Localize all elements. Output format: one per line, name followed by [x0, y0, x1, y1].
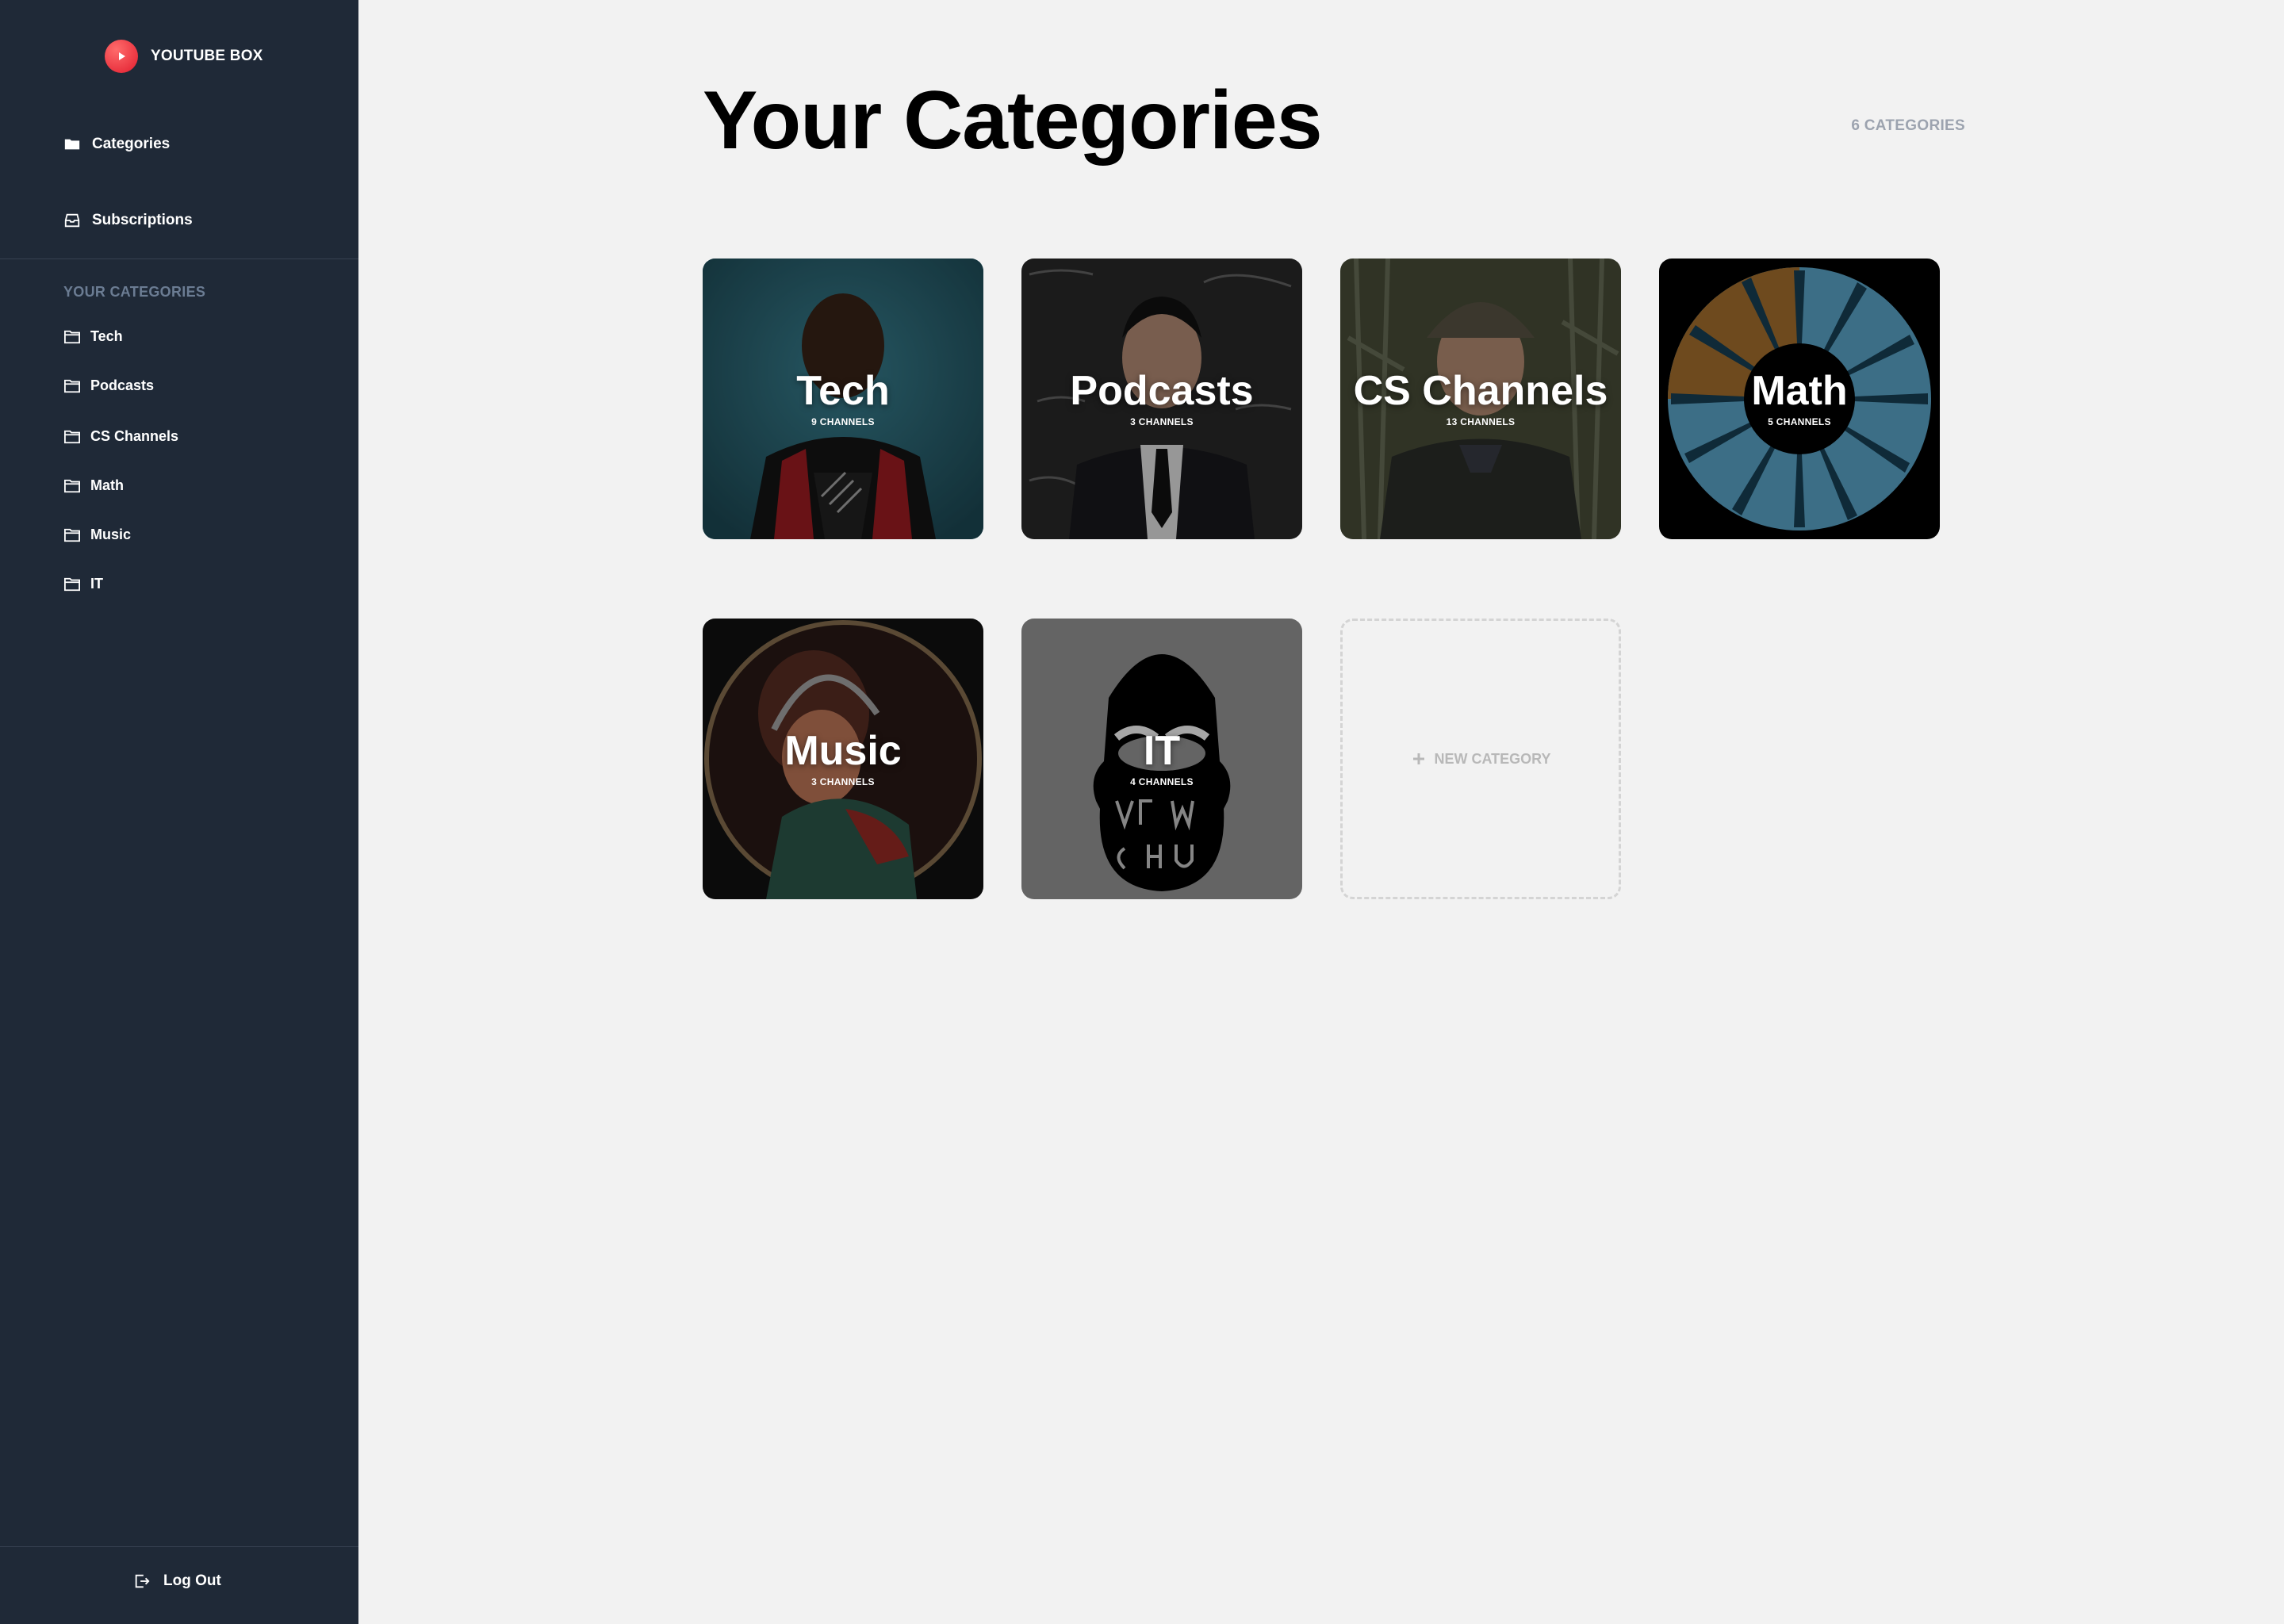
category-card-podcasts[interactable]: Podcasts 3 CHANNELS: [1021, 259, 1302, 539]
card-channel-count: 3 CHANNELS: [1130, 416, 1194, 427]
card-label: Music 3 CHANNELS: [703, 619, 983, 899]
folder-filled-icon: [64, 139, 80, 150]
sidebar-item-label: Tech: [90, 328, 123, 344]
folder-icon: [64, 577, 80, 591]
card-channel-count: 9 CHANNELS: [811, 416, 875, 427]
card-channel-count: 4 CHANNELS: [1130, 776, 1194, 787]
category-card-math[interactable]: Math 5 CHANNELS: [1659, 259, 1940, 539]
section-label: YOUR CATEGORIES: [63, 284, 206, 300]
sidebar-item-label: Math: [90, 477, 124, 493]
card-title: Math: [1751, 368, 1848, 414]
main-content: Your Categories 6 CATEGORIES Tech 9 CHAN…: [358, 0, 2284, 1624]
sidebar-bottom-divider: [0, 1546, 358, 1547]
sidebar-item-music[interactable]: Music: [63, 527, 131, 543]
card-channel-count: 5 CHANNELS: [1768, 416, 1831, 427]
sidebar: YOUTUBE BOX Categories Subscriptions YOU…: [0, 0, 358, 1624]
plus-icon: [1412, 753, 1424, 764]
card-channel-count: 3 CHANNELS: [811, 776, 875, 787]
card-channel-count: 13 CHANNELS: [1446, 416, 1516, 427]
category-card-music[interactable]: Music 3 CHANNELS: [703, 619, 983, 899]
nav-subscriptions-label: Subscriptions: [92, 212, 193, 228]
sidebar-item-label: IT: [90, 576, 103, 592]
category-card-tech[interactable]: Tech 9 CHANNELS: [703, 259, 983, 539]
folder-icon: [64, 379, 80, 393]
card-label: IT 4 CHANNELS: [1021, 619, 1302, 899]
card-title: Music: [784, 728, 902, 774]
logout-icon: [135, 1574, 150, 1588]
new-category-button[interactable]: NEW CATEGORY: [1340, 619, 1621, 899]
logout-label: Log Out: [163, 1572, 221, 1589]
brand-name: YOUTUBE BOX: [151, 48, 263, 64]
card-title: Podcasts: [1070, 368, 1254, 414]
sidebar-item-label: Podcasts: [90, 377, 155, 393]
sidebar-item-podcasts[interactable]: Podcasts: [63, 377, 154, 394]
card-title: Tech: [796, 368, 890, 414]
brand[interactable]: YOUTUBE BOX: [105, 40, 263, 73]
nav-subscriptions[interactable]: Subscriptions: [63, 212, 193, 229]
inbox-icon: [64, 213, 80, 228]
nav-categories[interactable]: Categories: [63, 136, 170, 153]
new-category-label: NEW CATEGORY: [1434, 750, 1551, 767]
folder-icon: [64, 330, 80, 343]
card-label: CS Channels 13 CHANNELS: [1340, 259, 1621, 539]
card-title: IT: [1143, 728, 1181, 774]
category-card-it[interactable]: IT 4 CHANNELS: [1021, 619, 1302, 899]
card-label: Podcasts 3 CHANNELS: [1021, 259, 1302, 539]
category-card-cs-channels[interactable]: CS Channels 13 CHANNELS: [1340, 259, 1621, 539]
folder-icon: [64, 430, 80, 443]
sidebar-item-tech[interactable]: Tech: [63, 328, 123, 345]
folder-icon: [64, 479, 80, 492]
card-label: Tech 9 CHANNELS: [703, 259, 983, 539]
category-count: 6 CATEGORIES: [1851, 117, 1965, 134]
sidebar-item-it[interactable]: IT: [63, 576, 103, 592]
folder-icon: [64, 528, 80, 542]
card-label: Math 5 CHANNELS: [1659, 259, 1940, 539]
sidebar-item-math[interactable]: Math: [63, 477, 124, 494]
sidebar-item-label: Music: [90, 527, 132, 542]
sidebar-item-label: CS Channels: [90, 428, 179, 444]
play-logo-icon: [105, 40, 138, 73]
logout-button[interactable]: Log Out: [133, 1572, 221, 1590]
sidebar-item-cs-channels[interactable]: CS Channels: [63, 428, 178, 445]
nav-categories-label: Categories: [92, 136, 171, 152]
card-title: CS Channels: [1353, 368, 1608, 414]
page-title: Your Categories: [703, 75, 1323, 167]
